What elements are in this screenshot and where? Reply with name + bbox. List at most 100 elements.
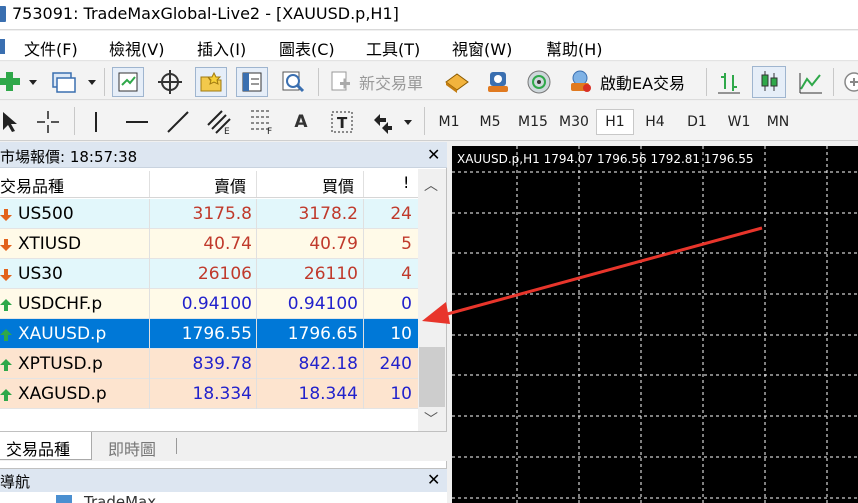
ask-price: 0.94100 xyxy=(287,294,358,314)
community-icon[interactable] xyxy=(483,68,513,96)
menu-help[interactable]: 幫助(H) xyxy=(546,36,603,60)
text-label-icon[interactable]: T xyxy=(328,108,356,136)
column-spread[interactable]: ! xyxy=(403,173,409,192)
menu-file[interactable]: 文件(F) xyxy=(24,36,78,60)
title-bar: 753091: TradeMaxGlobal-Live2 - [XAUUSD.p… xyxy=(0,0,858,30)
ask-price: 40.79 xyxy=(309,234,358,254)
new-order-button[interactable]: 新交易單 xyxy=(359,70,423,94)
bid-price: 40.74 xyxy=(203,234,252,254)
column-ask[interactable]: 買價 xyxy=(322,173,354,197)
app-icon xyxy=(0,6,6,22)
tab-tick-chart[interactable]: 即時圖 xyxy=(102,432,162,460)
arrow-down-icon xyxy=(0,209,12,221)
svg-text:F: F xyxy=(267,127,272,135)
table-row-selected[interactable]: XAUUSD.p 1796.55 1796.65 10 xyxy=(0,319,418,349)
ask-price: 1796.65 xyxy=(287,324,358,344)
line-chart-icon[interactable] xyxy=(796,68,826,96)
table-row[interactable]: XTIUSD 40.74 40.79 5 xyxy=(0,229,418,259)
expert-advisor-icon[interactable] xyxy=(565,68,595,96)
autotrading-button[interactable]: 啟動EA交易 xyxy=(600,70,685,94)
chevron-down-icon[interactable] xyxy=(29,80,37,85)
scroll-down-icon[interactable]: ﹀ xyxy=(424,409,438,429)
equidistant-channel-icon[interactable]: E xyxy=(205,107,235,135)
arrows-icon[interactable] xyxy=(369,109,395,135)
table-row[interactable]: XPTUSD.p 839.78 842.18 240 xyxy=(0,349,418,379)
bid-price: 0.94100 xyxy=(181,294,252,314)
timeframe-mn[interactable]: MN xyxy=(761,109,795,135)
navigator-title: 導航 xyxy=(0,473,31,491)
menu-window[interactable]: 視窗(W) xyxy=(452,36,512,60)
account-icon xyxy=(56,495,72,503)
arrow-up-icon xyxy=(0,389,12,401)
line-studies-toolbar: E F A T M1 M5 M15 M30 H1 H4 D1 W1 MN xyxy=(0,101,858,141)
candlestick-chart-icon[interactable] xyxy=(752,66,786,98)
symbol-name: USDCHF.p xyxy=(18,294,103,314)
metaeditor-icon[interactable] xyxy=(442,68,472,96)
symbol-name: US500 xyxy=(18,204,74,224)
column-symbol[interactable]: 交易品種 xyxy=(0,173,64,197)
market-watch-header: 市場報價: 18:57:38 ✕ xyxy=(0,142,447,168)
signals-icon[interactable] xyxy=(524,68,554,96)
chevron-down-icon[interactable] xyxy=(404,120,412,125)
zoom-in-icon[interactable] xyxy=(842,69,858,95)
text-tool-icon[interactable]: A xyxy=(288,109,314,135)
table-row[interactable]: US500 3175.8 3178.2 24 xyxy=(0,199,418,229)
new-chart-icon[interactable] xyxy=(0,70,24,94)
window-title: 753091: TradeMaxGlobal-Live2 - [XAUUSD.p… xyxy=(12,4,399,23)
symbol-name: US30 xyxy=(18,264,63,284)
scrollbar-thumb[interactable] xyxy=(419,347,445,407)
horizontal-line-icon[interactable] xyxy=(122,109,152,135)
timeframe-h4[interactable]: H4 xyxy=(638,109,672,135)
menu-tools[interactable]: 工具(T) xyxy=(366,36,420,60)
terminal-icon[interactable] xyxy=(236,67,268,97)
market-watch-title: 市場報價: 18:57:38 xyxy=(0,148,138,166)
close-icon[interactable]: ✕ xyxy=(427,145,440,164)
profiles-icon[interactable] xyxy=(50,69,78,95)
table-row[interactable]: USDCHF.p 0.94100 0.94100 0 xyxy=(0,289,418,319)
menu-bar: 文件(F) 檢視(V) 插入(I) 圖表(C) 工具(T) 視窗(W) 幫助(H… xyxy=(0,31,858,61)
timeframe-h1[interactable]: H1 xyxy=(596,109,634,135)
crosshair-icon[interactable] xyxy=(34,109,62,135)
menu-insert[interactable]: 插入(I) xyxy=(197,36,246,60)
new-order-icon[interactable] xyxy=(327,69,353,95)
bar-chart-icon[interactable] xyxy=(714,68,744,96)
chart-info-label: XAUUSD.p,H1 1794.07 1796.56 1792.81 1796… xyxy=(457,152,754,166)
arrow-up-icon xyxy=(0,299,12,311)
timeframe-m5[interactable]: M5 xyxy=(473,109,507,135)
timeframe-m30[interactable]: M30 xyxy=(556,109,592,135)
navigator-header: 導航 ✕ xyxy=(0,468,447,492)
spread-value: 10 xyxy=(390,384,412,404)
fibonacci-icon[interactable]: F xyxy=(246,107,276,135)
crosshair-data-icon[interactable] xyxy=(155,68,185,96)
scroll-up-icon[interactable]: ︿ xyxy=(424,175,438,195)
column-bid[interactable]: 賣價 xyxy=(214,173,246,197)
symbol-name: XAUUSD.p xyxy=(18,324,107,344)
table-row[interactable]: XAGUSD.p 18.334 18.344 10 xyxy=(0,379,418,409)
timeframe-w1[interactable]: W1 xyxy=(722,109,756,135)
svg-text:T: T xyxy=(337,114,348,132)
spread-value: 240 xyxy=(379,354,412,374)
market-watch-icon[interactable] xyxy=(112,67,144,97)
strategy-tester-icon[interactable] xyxy=(278,68,308,96)
tab-symbols[interactable]: 交易品種 xyxy=(0,432,92,460)
ask-price: 26110 xyxy=(303,264,358,284)
standard-toolbar: 新交易單 啟動EA交易 xyxy=(0,62,858,100)
bid-price: 26106 xyxy=(197,264,252,284)
cursor-icon[interactable] xyxy=(0,109,20,135)
bid-price: 3175.8 xyxy=(192,204,252,224)
annotation-arrow xyxy=(422,226,763,324)
menu-charts[interactable]: 圖表(C) xyxy=(279,36,335,60)
navigator-item-label[interactable]: TradeMax... xyxy=(84,493,170,503)
timeframe-m1[interactable]: M1 xyxy=(432,109,466,135)
close-icon[interactable]: ✕ xyxy=(427,470,440,489)
market-watch-tabs: 交易品種 即時圖 xyxy=(0,431,447,461)
chart-window-icon[interactable] xyxy=(0,39,5,54)
vertical-line-icon[interactable] xyxy=(84,109,108,135)
menu-view[interactable]: 檢視(V) xyxy=(109,36,164,60)
trendline-icon[interactable] xyxy=(164,109,192,135)
timeframe-d1[interactable]: D1 xyxy=(680,109,714,135)
chevron-down-icon[interactable] xyxy=(88,80,96,85)
navigator-icon[interactable] xyxy=(195,67,227,97)
timeframe-m15[interactable]: M15 xyxy=(513,109,553,135)
table-row[interactable]: US30 26106 26110 4 xyxy=(0,259,418,289)
